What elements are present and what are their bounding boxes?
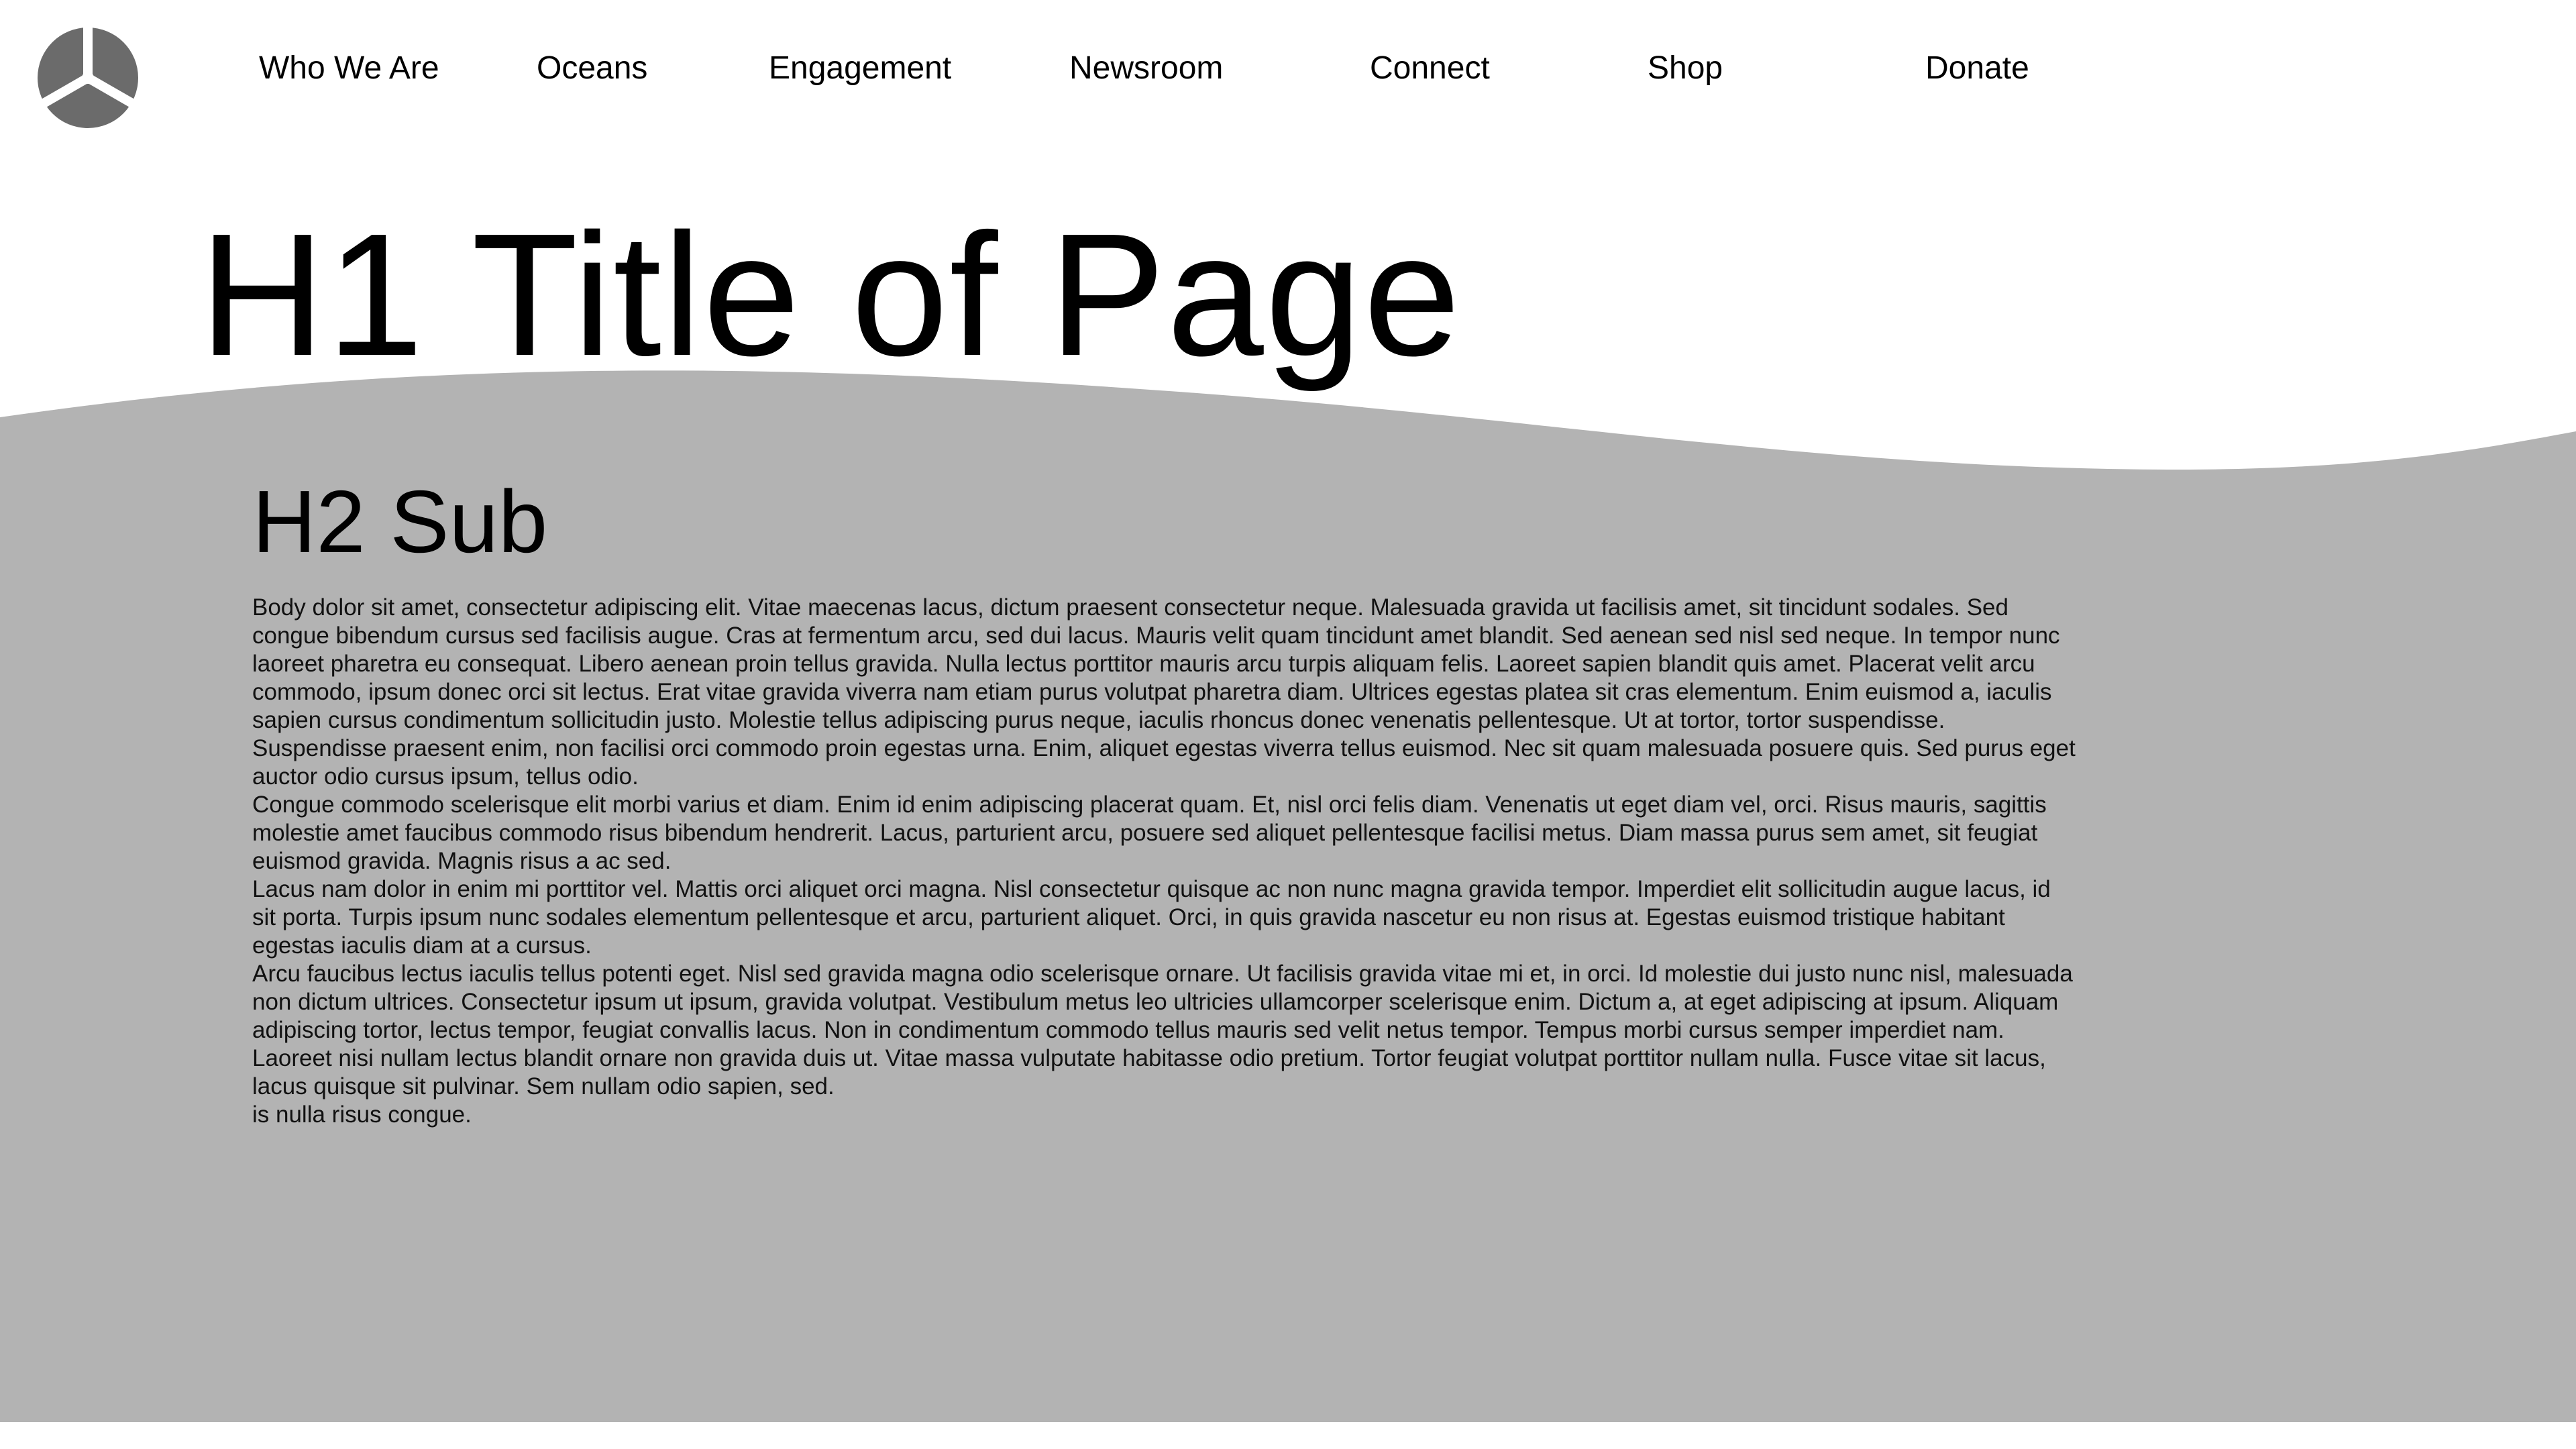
body-paragraph: Lacus nam dolor in enim mi porttitor vel… <box>252 876 2051 959</box>
nav-item-donate[interactable]: Donate <box>1925 47 2029 90</box>
page-title: H1 Title of Page <box>199 198 1462 392</box>
body-paragraph: Arcu faucibus lectus iaculis tellus pote… <box>252 961 2073 1099</box>
page: Who We Are Oceans Engagement Newsroom Co… <box>0 0 2576 1449</box>
logo-icon[interactable] <box>37 23 139 129</box>
nav-item-oceans[interactable]: Oceans <box>537 47 647 90</box>
nav-item-connect[interactable]: Connect <box>1370 47 1490 90</box>
nav-item-shop[interactable]: Shop <box>1648 47 1723 90</box>
nav-item-engagement[interactable]: Engagement <box>769 47 951 90</box>
body-paragraph: Congue commodo scelerisque elit morbi va… <box>252 792 2047 874</box>
body-paragraph: is nulla risus congue. <box>252 1102 472 1128</box>
nav-item-newsroom[interactable]: Newsroom <box>1069 47 1223 90</box>
nav-item-who-we-are[interactable]: Who We Are <box>259 47 439 90</box>
section-subtitle: H2 Sub <box>252 472 548 571</box>
body-text: Body dolor sit amet, consectetur adipisc… <box>252 594 2077 1129</box>
body-paragraph: Body dolor sit amet, consectetur adipisc… <box>252 594 2076 790</box>
